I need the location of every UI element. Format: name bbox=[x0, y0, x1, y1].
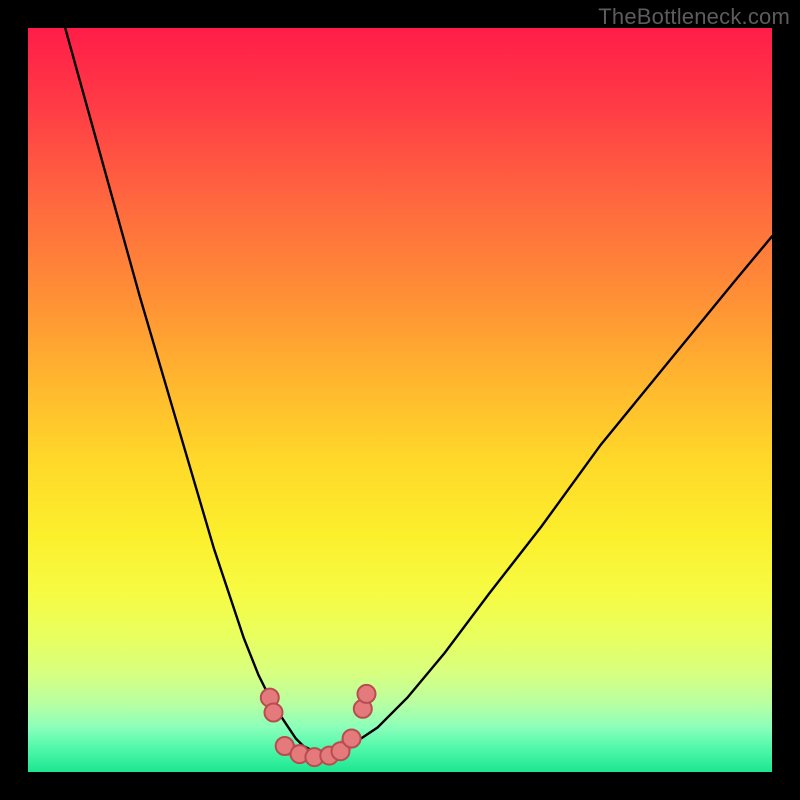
chart-svg bbox=[28, 28, 772, 772]
left-curve bbox=[65, 28, 311, 750]
data-marker bbox=[265, 704, 283, 722]
data-marker bbox=[358, 685, 376, 703]
plot-area bbox=[28, 28, 772, 772]
data-marker bbox=[343, 730, 361, 748]
watermark-text: TheBottleneck.com bbox=[598, 4, 790, 30]
marker-group bbox=[261, 685, 376, 766]
right-curve bbox=[341, 236, 773, 749]
chart-frame: TheBottleneck.com bbox=[0, 0, 800, 800]
